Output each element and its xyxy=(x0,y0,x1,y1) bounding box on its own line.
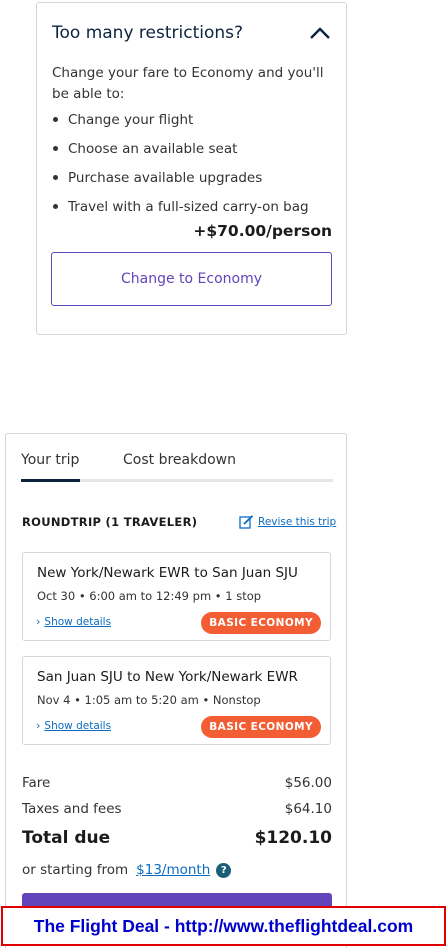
fare-restrictions-card: Too many restrictions? Change your fare … xyxy=(36,2,347,335)
monthly-payment-link[interactable]: $13/month xyxy=(136,862,210,878)
bullet-icon xyxy=(53,175,58,180)
benefit-item: Travel with a full-sized carry-on bag xyxy=(52,192,309,221)
bullet-icon xyxy=(53,117,58,122)
financing-prefix: or starting from xyxy=(22,862,129,878)
bullet-icon xyxy=(53,146,58,151)
total-value: $120.10 xyxy=(254,828,332,848)
tab-your-trip[interactable]: Your trip xyxy=(21,452,79,468)
edit-icon xyxy=(239,515,254,529)
fare-label: Fare xyxy=(22,775,51,791)
chevron-up-icon[interactable] xyxy=(308,23,332,43)
segment-time: Oct 30 • 6:00 am to 12:49 pm • 1 stop xyxy=(37,589,262,603)
segment-route: New York/Newark EWR to San Juan SJU xyxy=(37,565,298,581)
flight-segment: New York/Newark EWR to San Juan SJU Oct … xyxy=(22,552,331,641)
financing-offer: or starting from $13/month ? xyxy=(22,862,232,878)
fare-class-badge: BASIC ECONOMY xyxy=(201,612,321,634)
benefit-item: Purchase available upgrades xyxy=(52,163,309,192)
watermark-banner: The Flight Deal - http://www.theflightde… xyxy=(1,906,446,946)
revise-trip-link[interactable]: Revise this trip xyxy=(239,515,336,529)
restrictions-intro: Change your fare to Economy and you'll b… xyxy=(52,65,324,102)
taxes-label: Taxes and fees xyxy=(22,801,122,817)
segment-route: San Juan SJU to New York/Newark EWR xyxy=(37,669,298,685)
benefit-item: Change your flight xyxy=(52,105,309,134)
segment-time: Nov 4 • 1:05 am to 5:20 am • Nonstop xyxy=(37,693,261,707)
show-details-link[interactable]: › Show details xyxy=(36,615,111,628)
trip-tabs: Your trip Cost breakdown xyxy=(21,452,333,482)
taxes-row: Taxes and fees $64.10 xyxy=(22,801,332,817)
total-row: Total due $120.10 xyxy=(22,828,332,848)
trip-type-label: ROUNDTRIP (1 TRAVELER) xyxy=(22,515,198,529)
fare-class-badge: BASIC ECONOMY xyxy=(201,716,321,738)
fare-value: $56.00 xyxy=(284,775,332,791)
help-icon[interactable]: ? xyxy=(216,862,232,878)
show-details-link[interactable]: › Show details xyxy=(36,719,111,732)
flight-segment: San Juan SJU to New York/Newark EWR Nov … xyxy=(22,656,331,745)
total-label: Total due xyxy=(22,828,111,848)
change-to-economy-button[interactable]: Change to Economy xyxy=(51,252,332,306)
active-tab-indicator xyxy=(21,479,80,482)
taxes-value: $64.10 xyxy=(284,801,332,817)
benefits-list: Change your flight Choose an available s… xyxy=(52,105,309,221)
watermark-text: The Flight Deal - http://www.theflightde… xyxy=(33,915,414,936)
restrictions-title: Too many restrictions? xyxy=(52,23,244,43)
chevron-right-icon: › xyxy=(36,615,41,628)
fare-row: Fare $56.00 xyxy=(22,775,332,791)
tab-cost-breakdown[interactable]: Cost breakdown xyxy=(123,452,236,468)
revise-trip-label: Revise this trip xyxy=(258,516,337,528)
upgrade-price: +$70.00/person xyxy=(193,222,332,240)
benefit-item: Choose an available seat xyxy=(52,134,309,163)
trip-summary-card: Your trip Cost breakdown ROUNDTRIP (1 TR… xyxy=(5,433,347,948)
bullet-icon xyxy=(53,204,58,209)
chevron-right-icon: › xyxy=(36,719,41,732)
